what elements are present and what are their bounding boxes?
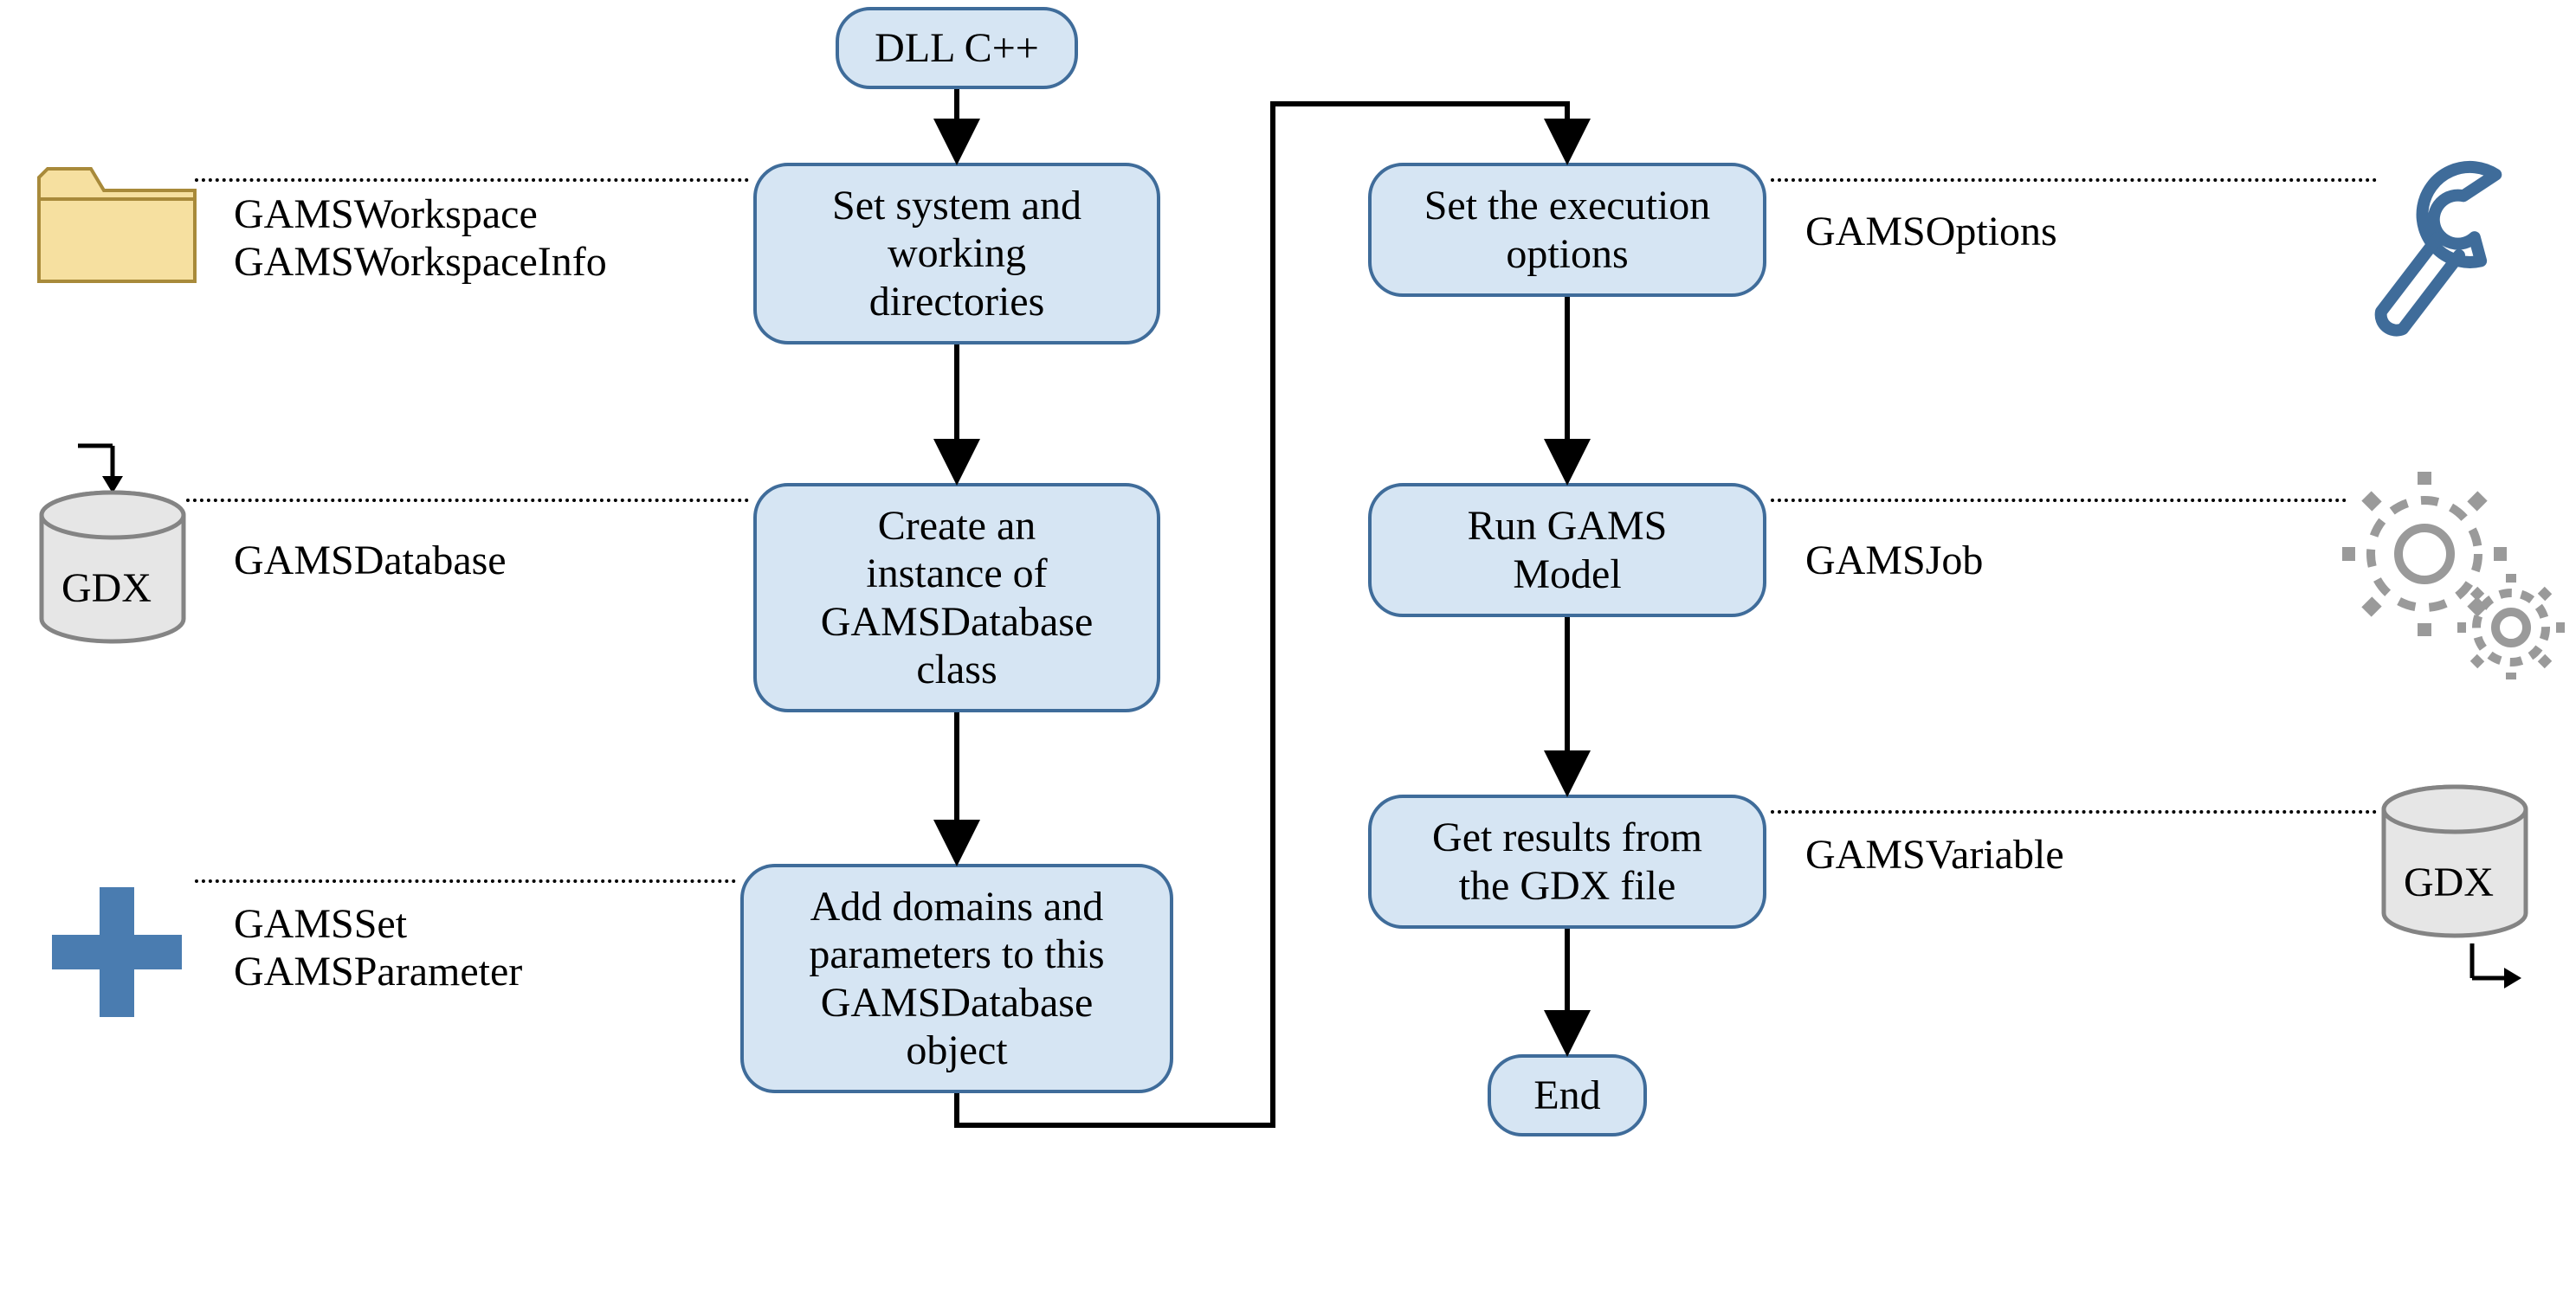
flow-arrows [0,0,2576,1307]
